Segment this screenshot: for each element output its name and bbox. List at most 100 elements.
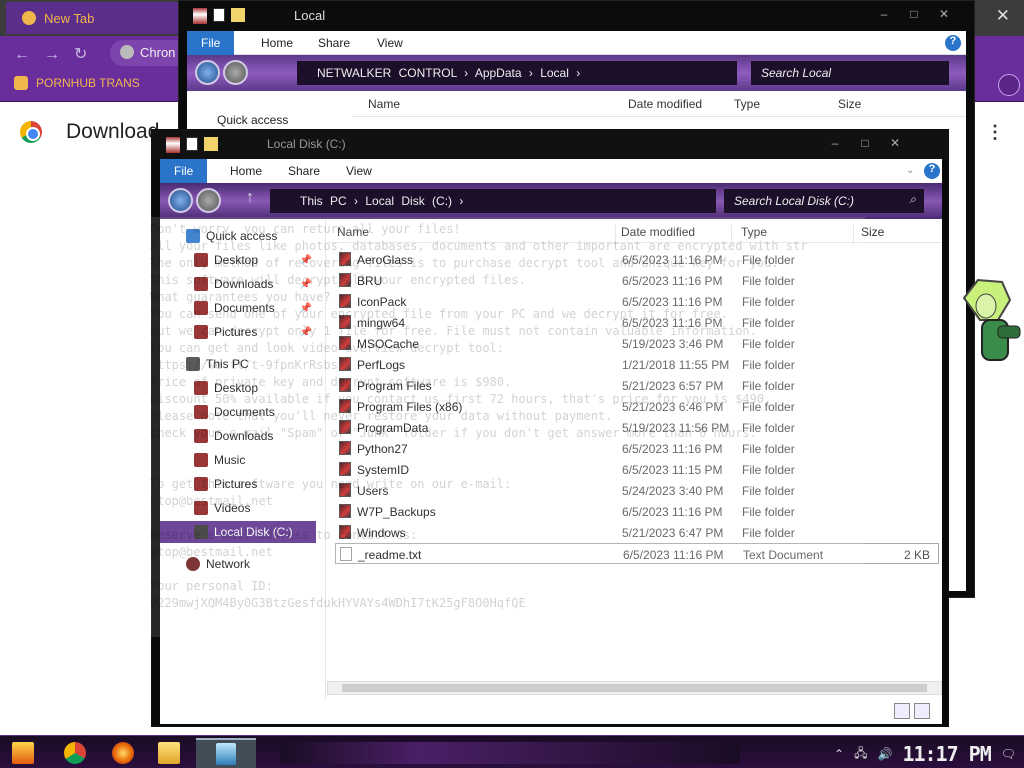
close-button[interactable]: ✕ bbox=[929, 7, 959, 21]
tab-home[interactable]: Home bbox=[216, 159, 276, 183]
nav-item-quick-access[interactable]: Quick access bbox=[160, 225, 324, 247]
minimize-button[interactable]: – bbox=[869, 7, 899, 21]
scrollbar-thumb[interactable] bbox=[342, 684, 927, 692]
forward-arrow-icon[interactable] bbox=[223, 60, 248, 85]
minimize-button[interactable]: – bbox=[820, 136, 850, 150]
table-row[interactable]: BRU 6/5/2023 11:16 PM File folder bbox=[335, 270, 939, 291]
nav-item-desktop[interactable]: Desktop 📌 bbox=[160, 249, 324, 271]
horizontal-scrollbar[interactable] bbox=[327, 681, 942, 695]
nav-item-videos[interactable]: Videos bbox=[160, 497, 324, 519]
volume-icon[interactable]: 🔊 bbox=[877, 747, 892, 761]
search-input[interactable]: Search Local bbox=[751, 61, 949, 85]
column-date[interactable]: Date modified bbox=[628, 97, 702, 111]
breadcrumb-segment[interactable]: This PC bbox=[300, 194, 347, 208]
browser-menu-icon[interactable]: ⋮ bbox=[986, 122, 1004, 143]
breadcrumb-segment[interactable]: Local Disk (C:) bbox=[365, 194, 452, 208]
browser-nav-icons[interactable]: ←→↻ bbox=[14, 44, 101, 64]
tab-file[interactable]: File bbox=[187, 31, 235, 55]
tab-view[interactable]: View bbox=[363, 31, 417, 55]
pin-icon[interactable]: 📌 bbox=[300, 327, 312, 338]
quick-access-toolbar[interactable] bbox=[193, 8, 245, 24]
notification-icon[interactable]: 🗨 bbox=[1001, 747, 1016, 761]
properties-icon[interactable] bbox=[213, 8, 225, 22]
breadcrumb[interactable]: NETWALKER CONTROL › AppData › Local › bbox=[297, 61, 737, 85]
maximize-button[interactable]: □ bbox=[850, 136, 880, 150]
table-row[interactable]: Windows 5/21/2023 6:47 PM File folder bbox=[335, 522, 939, 543]
table-row[interactable]: PerfLogs 1/21/2018 11:55 PM File folder bbox=[335, 354, 939, 375]
search-icon[interactable]: ⌕ bbox=[909, 192, 916, 207]
table-row[interactable]: ProgramData 5/19/2023 11:56 PM File folder bbox=[335, 417, 939, 438]
breadcrumb[interactable]: This PC › Local Disk (C:) › bbox=[270, 189, 716, 213]
view-toggle[interactable] bbox=[894, 703, 930, 719]
column-type[interactable]: Type bbox=[741, 225, 767, 239]
tab-home[interactable]: Home bbox=[247, 31, 307, 55]
clock[interactable]: 11:17 PM bbox=[902, 742, 991, 766]
window-titlebar[interactable]: Local – □ ✕ bbox=[179, 1, 974, 31]
back-arrow-icon[interactable] bbox=[168, 188, 193, 213]
taskbar-file-explorer[interactable] bbox=[154, 739, 184, 767]
column-divider[interactable] bbox=[615, 225, 616, 245]
pin-icon[interactable]: 📌 bbox=[300, 279, 312, 290]
breadcrumb-segment[interactable]: Local bbox=[540, 66, 569, 80]
pin-icon[interactable]: 📌 bbox=[300, 303, 312, 314]
nav-item-network[interactable]: Network bbox=[160, 553, 324, 575]
nav-item-pictures[interactable]: Pictures 📌 bbox=[160, 321, 324, 343]
browser-tab[interactable]: New Tab bbox=[6, 2, 178, 34]
new-folder-icon[interactable] bbox=[231, 8, 245, 22]
bookmark-item[interactable]: PORNHUB TRANS bbox=[14, 76, 140, 90]
close-button[interactable]: ✕ bbox=[880, 136, 910, 150]
nav-item-downloads-pc[interactable]: Downloads bbox=[160, 425, 324, 447]
tab-view[interactable]: View bbox=[332, 159, 386, 183]
window-controls[interactable]: – □ ✕ bbox=[869, 7, 959, 21]
explorer-window-local-disk[interactable]: Local Disk (C:) – □ ✕ File Home Share Vi… bbox=[151, 129, 949, 727]
new-folder-icon[interactable] bbox=[204, 137, 218, 151]
tab-file[interactable]: File bbox=[160, 159, 208, 183]
nav-item-documents-pc[interactable]: Documents bbox=[160, 401, 324, 423]
nav-quick-access[interactable]: Quick access bbox=[217, 113, 288, 127]
taskbar-active-app[interactable] bbox=[196, 738, 256, 768]
taskbar-firefox[interactable] bbox=[108, 739, 138, 767]
column-name[interactable]: Name bbox=[368, 97, 400, 111]
column-divider[interactable] bbox=[853, 225, 854, 245]
up-arrow-icon[interactable]: ↑ bbox=[246, 189, 254, 207]
tab-share[interactable]: Share bbox=[274, 159, 334, 183]
network-tray-icon[interactable]: 🖧 bbox=[854, 744, 867, 765]
nav-item-pictures-pc[interactable]: Pictures bbox=[160, 473, 324, 495]
pin-icon[interactable]: 📌 bbox=[300, 255, 312, 266]
ribbon-expand-icon[interactable]: ⌄ bbox=[906, 165, 914, 176]
window-controls[interactable]: – □ ✕ bbox=[820, 136, 910, 150]
help-icon[interactable]: ? bbox=[924, 163, 940, 179]
nav-item-documents[interactable]: Documents 📌 bbox=[160, 297, 324, 319]
quick-access-toolbar[interactable] bbox=[166, 137, 218, 153]
column-type[interactable]: Type bbox=[734, 97, 760, 111]
nav-item-downloads[interactable]: Downloads 📌 bbox=[160, 273, 324, 295]
table-row[interactable]: IconPack 6/5/2023 11:16 PM File folder bbox=[335, 291, 939, 312]
taskbar-chrome[interactable] bbox=[60, 739, 90, 767]
column-divider[interactable] bbox=[731, 225, 732, 245]
tab-share[interactable]: Share bbox=[304, 31, 364, 55]
table-row[interactable]: mingw64 6/5/2023 11:16 PM File folder bbox=[335, 312, 939, 333]
table-row[interactable]: AeroGlass 6/5/2023 11:16 PM File folder bbox=[335, 249, 939, 270]
column-size[interactable]: Size bbox=[838, 97, 861, 111]
table-row[interactable]: Users 5/24/2023 3:40 PM File folder bbox=[335, 480, 939, 501]
help-icon[interactable]: ? bbox=[945, 35, 961, 51]
column-name[interactable]: Name bbox=[337, 225, 369, 239]
table-row[interactable]: Program Files 5/21/2023 6:57 PM File folde… bbox=[335, 375, 939, 396]
browser-close-icon[interactable]: ✕ bbox=[996, 6, 1010, 26]
nav-item-local-disk[interactable]: Local Disk (C:) bbox=[160, 521, 316, 543]
table-row[interactable]: _readme.txt 6/5/2023 11:16 PM Text Documen… bbox=[335, 543, 939, 564]
back-arrow-icon[interactable] bbox=[195, 60, 220, 85]
profile-avatar[interactable] bbox=[998, 74, 1020, 96]
table-row[interactable]: W7P_Backups 6/5/2023 11:16 PM File folder bbox=[335, 501, 939, 522]
breadcrumb-segment[interactable]: NETWALKER CONTROL bbox=[317, 66, 457, 80]
table-row[interactable]: MSOCache 5/19/2023 3:46 PM File folder bbox=[335, 333, 939, 354]
column-date[interactable]: Date modified bbox=[621, 225, 695, 239]
details-view-icon[interactable] bbox=[894, 703, 910, 719]
tray-expand-icon[interactable]: ⌃ bbox=[834, 747, 844, 761]
maximize-button[interactable]: □ bbox=[899, 7, 929, 21]
breadcrumb-segment[interactable]: AppData bbox=[475, 66, 522, 80]
properties-icon[interactable] bbox=[186, 137, 198, 151]
window-titlebar[interactable]: Local Disk (C:) – □ ✕ bbox=[152, 130, 948, 160]
nav-item-this-pc[interactable]: This PC bbox=[160, 353, 324, 375]
table-row[interactable]: Python27 6/5/2023 11:16 PM File folder bbox=[335, 438, 939, 459]
